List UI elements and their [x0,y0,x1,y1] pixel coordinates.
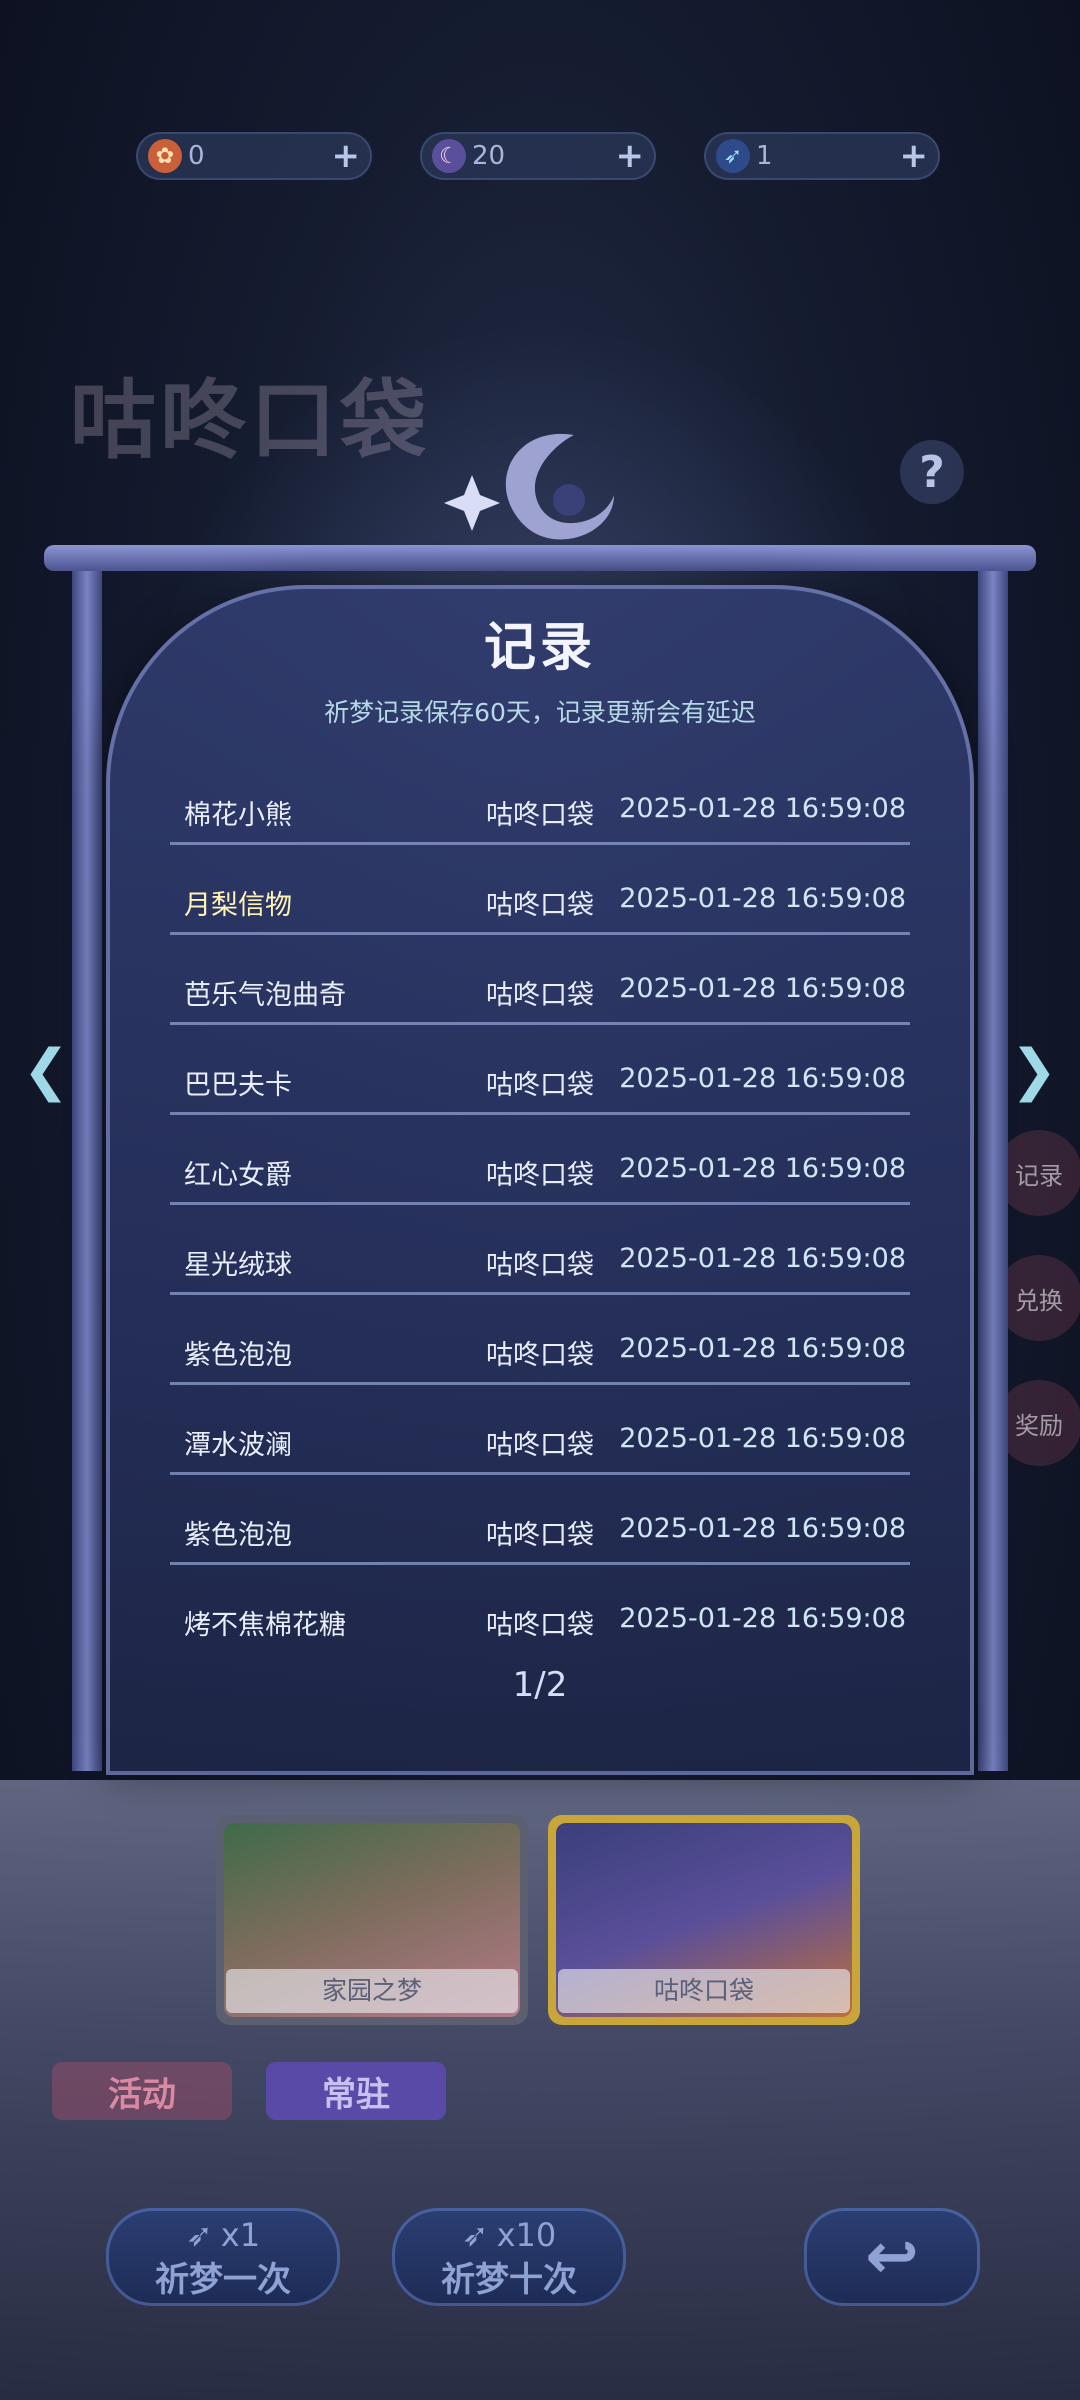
pool-card-label: 家园之梦 [226,1969,518,2013]
record-time: 2025-01-28 16:59:08 [619,883,906,914]
add-moon-coin-button[interactable]: + [616,139,645,173]
background-banner-title: 咕咚口袋 [70,371,430,471]
record-row: 紫色泡泡 咕咚口袋 2025-01-28 16:59:08 [170,1295,910,1385]
pool-card-home-dream[interactable]: 家园之梦 [216,1815,528,2025]
pool-card-gudong-pocket[interactable]: 咕咚口袋 [548,1815,860,2025]
wish-once-button[interactable]: ➶ x1 祈梦一次 [106,2208,340,2306]
feather-ticket-icon: ➶ [185,2216,213,2254]
pool-card-label: 咕咚口袋 [558,1969,850,2013]
panel-right-pillar [978,571,1008,1771]
currency-value: 20 [472,141,506,171]
wish-ten-cost: ➶ x10 [392,2216,626,2254]
record-time: 2025-01-28 16:59:08 [619,1243,906,1274]
help-button[interactable]: ? [900,440,964,504]
record-source: 咕咚口袋 [486,1340,594,1371]
record-row: 芭乐气泡曲奇 咕咚口袋 2025-01-28 16:59:08 [170,935,910,1025]
wish-once-cost: ➶ x1 [106,2216,340,2254]
record-row: 巴巴夫卡 咕咚口袋 2025-01-28 16:59:08 [170,1025,910,1115]
record-source: 咕咚口袋 [486,1070,594,1101]
flower-coin-icon: ✿ [148,139,182,173]
record-source: 咕咚口袋 [486,1160,594,1191]
record-row: 烤不焦棉花糖 咕咚口袋 2025-01-28 16:59:08 [170,1565,910,1655]
modal-subtitle: 祈梦记录保存60天，记录更新会有延迟 [324,698,756,727]
record-item: 芭乐气泡曲奇 [184,980,346,1011]
add-ticket-button[interactable]: + [900,139,929,173]
record-time: 2025-01-28 16:59:08 [619,1333,906,1364]
record-source: 咕咚口袋 [486,890,594,921]
currency-pill-moon: ☾ 20 + [420,132,656,180]
record-time: 2025-01-28 16:59:08 [619,1513,906,1544]
record-time: 2025-01-28 16:59:08 [619,793,906,824]
cost-label: x1 [220,2216,261,2254]
record-item: 棉花小熊 [184,800,292,831]
record-item: 月梨信物 [184,890,292,921]
record-row: 红心女爵 咕咚口袋 2025-01-28 16:59:08 [170,1115,910,1205]
record-item: 星光绒球 [184,1250,292,1281]
currency-pill-flower: ✿ 0 + [136,132,372,180]
page-indicator: 1/2 [512,1665,568,1705]
back-button[interactable]: ↩ [804,2208,980,2306]
record-time: 2025-01-28 16:59:08 [619,1063,906,1094]
record-item: 紫色泡泡 [184,1520,292,1551]
modal-title: 记录 [483,618,596,678]
tab-label: 活动 [108,2074,176,2115]
next-page-arrow-icon[interactable]: ❯ [1011,1038,1058,1103]
wish-ten-button[interactable]: ➶ x10 祈梦十次 [392,2208,626,2306]
feather-ticket-icon: ➶ [461,2216,489,2254]
record-item: 紫色泡泡 [184,1340,292,1371]
record-time: 2025-01-28 16:59:08 [619,1423,906,1454]
records-list: 棉花小熊 咕咚口袋 2025-01-28 16:59:08 月梨信物 咕咚口袋 2025… [170,755,910,1655]
record-source: 咕咚口袋 [486,800,594,831]
tab-permanent[interactable]: 常驻 [266,2062,446,2120]
panel-left-pillar [72,571,102,1771]
record-row: 紫色泡泡 咕咚口袋 2025-01-28 16:59:08 [170,1475,910,1565]
record-item: 巴巴夫卡 [184,1070,292,1101]
record-row: 星光绒球 咕咚口袋 2025-01-28 16:59:08 [170,1205,910,1295]
record-row: 潭水波澜 咕咚口袋 2025-01-28 16:59:08 [170,1385,910,1475]
record-time: 2025-01-28 16:59:08 [619,1603,906,1634]
currency-pill-ticket: ➶ 1 + [704,132,940,180]
record-row: 棉花小熊 咕咚口袋 2025-01-28 16:59:08 [170,755,910,845]
wish-once-label: 祈梦一次 [155,2260,291,2300]
record-source: 咕咚口袋 [486,1610,594,1641]
tab-event[interactable]: 活动 [52,2062,232,2120]
cost-label: x10 [496,2216,557,2254]
add-flower-coin-button[interactable]: + [332,139,361,173]
record-item: 红心女爵 [184,1160,292,1191]
record-source: 咕咚口袋 [486,1250,594,1281]
currency-value: 0 [188,141,205,171]
record-item: 烤不焦棉花糖 [184,1610,346,1641]
wish-ten-label: 祈梦十次 [441,2260,577,2300]
panel-top-bar [44,545,1036,571]
back-arrow-icon: ↩ [865,2220,919,2294]
tab-label: 常驻 [322,2074,390,2115]
feather-ticket-icon: ➶ [716,139,750,173]
record-row: 月梨信物 咕咚口袋 2025-01-28 16:59:08 [170,845,910,935]
record-source: 咕咚口袋 [486,1520,594,1551]
record-time: 2025-01-28 16:59:08 [619,1153,906,1184]
records-modal: 记录 祈梦记录保存60天，记录更新会有延迟 棉花小熊 咕咚口袋 2025-01-28… [44,433,1036,1795]
prev-page-arrow-icon[interactable]: ❮ [23,1038,70,1103]
record-item: 潭水波澜 [184,1430,292,1461]
currency-value: 1 [756,141,773,171]
record-time: 2025-01-28 16:59:08 [619,973,906,1004]
moon-coin-icon: ☾ [432,139,466,173]
record-source: 咕咚口袋 [486,1430,594,1461]
currency-bar: ✿ 0 + ☾ 20 + ➶ 1 + [0,132,1080,184]
record-source: 咕咚口袋 [486,980,594,1011]
